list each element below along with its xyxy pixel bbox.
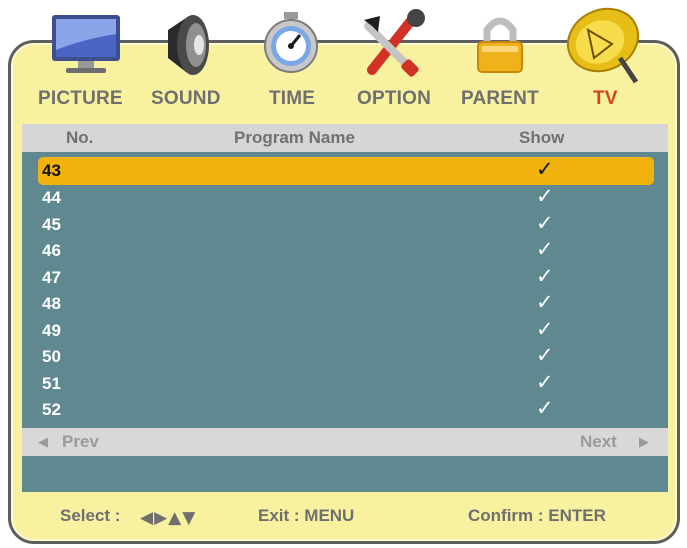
satellite-dish-icon[interactable] [558,0,649,84]
list-header: No. Program Name Show [22,124,668,152]
header-show: Show [519,128,565,147]
show-check[interactable]: ✓ [536,211,554,235]
stopwatch-icon[interactable] [264,12,318,73]
menu-icons [52,0,649,84]
program-number: 46 [42,241,61,260]
monitor-icon[interactable] [52,15,120,73]
next-button[interactable]: Next [580,432,617,452]
show-check[interactable]: ✓ [536,396,554,420]
header-no: No. [66,128,94,147]
show-check[interactable]: ✓ [536,370,554,394]
prev-arrow-icon[interactable]: ◀ [38,435,48,450]
next-arrow-icon[interactable]: ▶ [639,435,649,450]
program-number: 51 [42,374,61,393]
program-number: 45 [42,215,61,234]
program-row[interactable]: 48 ✓ [22,290,668,317]
tab-tv[interactable]: TV [593,88,618,110]
tab-sound[interactable]: SOUND [151,88,221,110]
program-row[interactable]: 51 ✓ [22,370,668,397]
show-check[interactable]: ✓ [536,317,554,341]
program-number: 43 [42,161,61,180]
select-hint: Select : [60,506,121,525]
tab-time[interactable]: TIME [269,88,315,110]
program-row[interactable]: 47 ✓ [22,264,668,291]
program-row[interactable]: 50 ✓ [22,343,668,370]
pager-bar: ◀ Prev Next ▶ [22,428,668,456]
program-row[interactable]: 44 ✓ [22,184,668,211]
tab-option[interactable]: OPTION [357,88,431,110]
exit-hint: Exit : MENU [258,506,355,525]
header-program-name: Program Name [234,128,355,147]
program-number: 47 [42,268,61,287]
program-number: 48 [42,294,61,313]
program-list: No. Program Name Show 43 ✓ 44 ✓ 45 ✓ 46 … [22,124,668,492]
prev-button[interactable]: Prev [62,432,99,452]
tab-parent[interactable]: PARENT [461,88,539,110]
show-check[interactable]: ✓ [536,184,554,208]
program-number: 50 [42,347,61,366]
tab-picture[interactable]: PICTURE [38,88,123,110]
program-row[interactable]: 49 ✓ [22,317,668,344]
program-row[interactable]: 46 ✓ [22,237,668,264]
show-check[interactable]: ✓ [536,290,554,314]
program-row[interactable]: 52 ✓ [22,396,668,423]
show-check[interactable]: ✓ [536,237,554,261]
speaker-icon[interactable] [168,15,209,75]
footer-hints: Select : ◀▶▲▼ Exit : MENU Confirm : ENTE… [22,506,672,532]
padlock-icon[interactable] [477,17,523,73]
menu-tabs: PICTURE SOUND TIME OPTION PARENT TV [22,88,672,114]
tools-icon[interactable] [364,9,425,78]
navigation-arrows-icon: ◀▶▲▼ [140,508,197,528]
program-number: 52 [42,400,61,419]
show-check[interactable]: ✓ [536,157,554,181]
program-number: 44 [42,188,61,207]
selection-highlight [38,157,654,185]
confirm-hint: Confirm : ENTER [468,506,606,525]
show-check[interactable]: ✓ [536,343,554,367]
program-row[interactable]: 45 ✓ [22,211,668,238]
program-number: 49 [42,321,61,340]
program-row[interactable]: 43 ✓ [22,157,668,185]
show-check[interactable]: ✓ [536,264,554,288]
